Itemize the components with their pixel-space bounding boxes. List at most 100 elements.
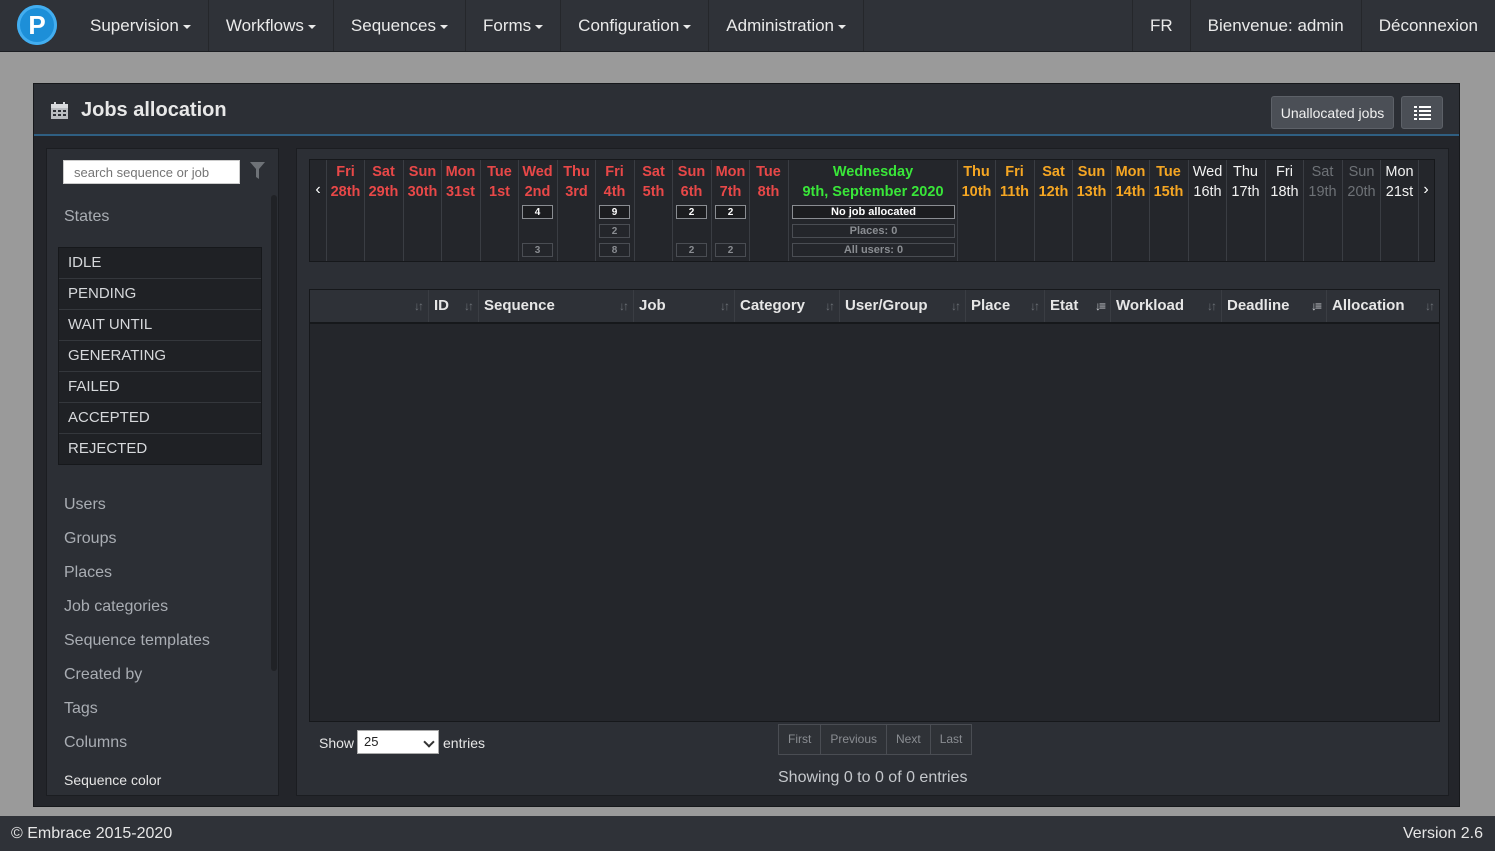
day-column[interactable]: Wed 16th — [1188, 160, 1226, 261]
day-name: Mon — [1385, 164, 1414, 180]
day-column[interactable]: Thu 10th — [957, 160, 995, 261]
state-generating[interactable]: GENERATING — [59, 340, 261, 371]
page-last-button[interactable]: Last — [929, 725, 972, 754]
state-wait-until[interactable]: WAIT UNTIL — [59, 309, 261, 340]
state-accepted[interactable]: ACCEPTED — [59, 402, 261, 433]
page-first-button[interactable]: First — [779, 725, 821, 754]
page-next-button[interactable]: Next — [886, 725, 930, 754]
state-pending[interactable]: PENDING — [59, 278, 261, 309]
day-column[interactable]: Fri 11th — [995, 160, 1033, 261]
job-count-badge[interactable]: 2 — [676, 205, 707, 219]
col-job[interactable]: Job ↓↑ — [633, 290, 734, 322]
jobs-table: ↓↑ ID ↓↑ Sequence ↓↑ Job ↓↑ Category ↓↑ User… — [309, 289, 1440, 722]
day-column[interactable]: Sun 13th — [1072, 160, 1110, 261]
filter-job-categories[interactable]: Job categories — [64, 598, 168, 616]
day-name: Sat — [1042, 164, 1065, 180]
day-column[interactable]: Mon 31st — [441, 160, 479, 261]
state-idle[interactable]: IDLE — [59, 248, 261, 278]
column-label: Deadline — [1227, 297, 1290, 314]
copyright: © Embrace 2015-2020 — [11, 825, 173, 842]
day-column[interactable]: Sat 29th — [364, 160, 402, 261]
filter-users[interactable]: Users — [64, 496, 106, 514]
sequence-color-option[interactable]: Sequence color — [64, 772, 161, 788]
language-switch[interactable]: FR — [1131, 0, 1190, 51]
col-id[interactable]: ID ↓↑ — [428, 290, 478, 322]
day-column[interactable]: Wed 2nd 4 3 — [518, 160, 556, 261]
page-previous-button[interactable]: Previous — [820, 725, 887, 754]
filter-created-by[interactable]: Created by — [64, 666, 142, 684]
logout-link[interactable]: Déconnexion — [1360, 0, 1495, 51]
day-name: Fri — [1276, 164, 1293, 180]
day-number: 28th — [330, 184, 361, 200]
day-number: 20th — [1347, 184, 1376, 200]
col-deadline[interactable]: Deadline ↓≡ — [1221, 290, 1326, 322]
filter-sequence-templates[interactable]: Sequence templates — [64, 632, 210, 650]
day-column[interactable]: Tue 1st — [480, 160, 518, 261]
job-count-badge[interactable]: 9 — [599, 205, 630, 219]
day-column[interactable]: Sun 20th — [1342, 160, 1380, 261]
list-icon — [1413, 105, 1431, 120]
unallocated-jobs-button[interactable]: Unallocated jobs — [1271, 96, 1394, 129]
show-label: Show — [319, 735, 355, 751]
list-view-button[interactable] — [1401, 96, 1443, 129]
menu-sequences[interactable]: Sequences — [334, 0, 466, 51]
job-count-badge[interactable]: 3 — [522, 243, 553, 257]
states-title[interactable]: States — [64, 208, 109, 226]
filter-places[interactable]: Places — [64, 564, 112, 582]
menu-supervision[interactable]: Supervision — [73, 0, 209, 51]
col-workload[interactable]: Workload ↓↑ — [1110, 290, 1221, 322]
day-name: Sat — [642, 164, 665, 180]
menu-workflows[interactable]: Workflows — [209, 0, 334, 51]
page-size-select[interactable]: 25 — [357, 730, 439, 754]
filter-icon[interactable] — [250, 162, 265, 180]
sidebar-scrollbar[interactable] — [271, 195, 277, 671]
day-column[interactable]: Fri 4th 9 2 8 — [595, 160, 633, 261]
col-allocation[interactable]: Allocation ↓↑ — [1326, 290, 1439, 322]
col-user-group[interactable]: User/Group ↓↑ — [839, 290, 965, 322]
filter-columns[interactable]: Columns — [64, 734, 127, 752]
welcome-user[interactable]: Bienvenue: admin — [1189, 0, 1361, 51]
day-column[interactable]: Fri 18th — [1265, 160, 1303, 261]
col-category[interactable]: Category ↓↑ — [734, 290, 839, 322]
day-column[interactable]: Sun 6th 2 2 — [672, 160, 710, 261]
job-count-badge[interactable]: 8 — [599, 243, 630, 257]
day-column[interactable]: Mon 14th — [1111, 160, 1149, 261]
state-rejected[interactable]: REJECTED — [59, 433, 261, 464]
job-count-badge[interactable]: 4 — [522, 205, 553, 219]
filter-tags[interactable]: Tags — [64, 700, 98, 718]
day-column[interactable]: Sat 12th — [1034, 160, 1072, 261]
day-column[interactable]: Sat 5th — [634, 160, 672, 261]
day-column[interactable]: Sat 19th — [1303, 160, 1341, 261]
day-column[interactable]: Thu 3rd — [557, 160, 595, 261]
search-input[interactable] — [63, 160, 240, 184]
job-count-badge[interactable]: 2 — [715, 243, 746, 257]
chevron-right-icon[interactable]: › — [1418, 180, 1434, 200]
day-number: 7th — [719, 184, 742, 200]
menu-administration[interactable]: Administration — [709, 0, 865, 51]
job-count-badge[interactable]: 2 — [599, 224, 630, 238]
state-failed[interactable]: FAILED — [59, 371, 261, 402]
job-count-badge[interactable]: 2 — [715, 205, 746, 219]
app-logo[interactable]: P — [17, 5, 57, 45]
day-column[interactable]: Tue 8th — [749, 160, 787, 261]
day-column[interactable]: Tue 15th — [1149, 160, 1187, 261]
day-number: 15th — [1153, 184, 1184, 200]
chevron-left-icon[interactable]: ‹ — [310, 180, 326, 200]
day-column[interactable]: Fri 28th — [326, 160, 364, 261]
today-column[interactable]: Wednesday 9th, September 2020 No job all… — [788, 160, 957, 261]
day-column[interactable]: Sun 30th — [403, 160, 441, 261]
menu-label: Workflows — [225, 15, 304, 35]
menu-forms[interactable]: Forms — [466, 0, 562, 51]
job-count-badge[interactable]: 2 — [676, 243, 707, 257]
states-list: IDLE PENDING WAIT UNTIL GENERATING FAILE… — [58, 247, 262, 465]
day-column[interactable]: Mon 21st — [1380, 160, 1418, 261]
col-place[interactable]: Place ↓↑ — [965, 290, 1044, 322]
col-etat[interactable]: Etat ↓≡ — [1044, 290, 1110, 322]
menu-configuration[interactable]: Configuration — [561, 0, 710, 51]
filter-groups[interactable]: Groups — [64, 530, 116, 548]
day-column[interactable]: Thu 17th — [1226, 160, 1264, 261]
jobs-allocation-panel: Jobs allocation Unallocated jobs States … — [33, 83, 1460, 807]
day-column[interactable]: Mon 7th 2 2 — [711, 160, 749, 261]
col-sequence[interactable]: Sequence ↓↑ — [478, 290, 633, 322]
col-select[interactable]: ↓↑ — [310, 290, 428, 322]
